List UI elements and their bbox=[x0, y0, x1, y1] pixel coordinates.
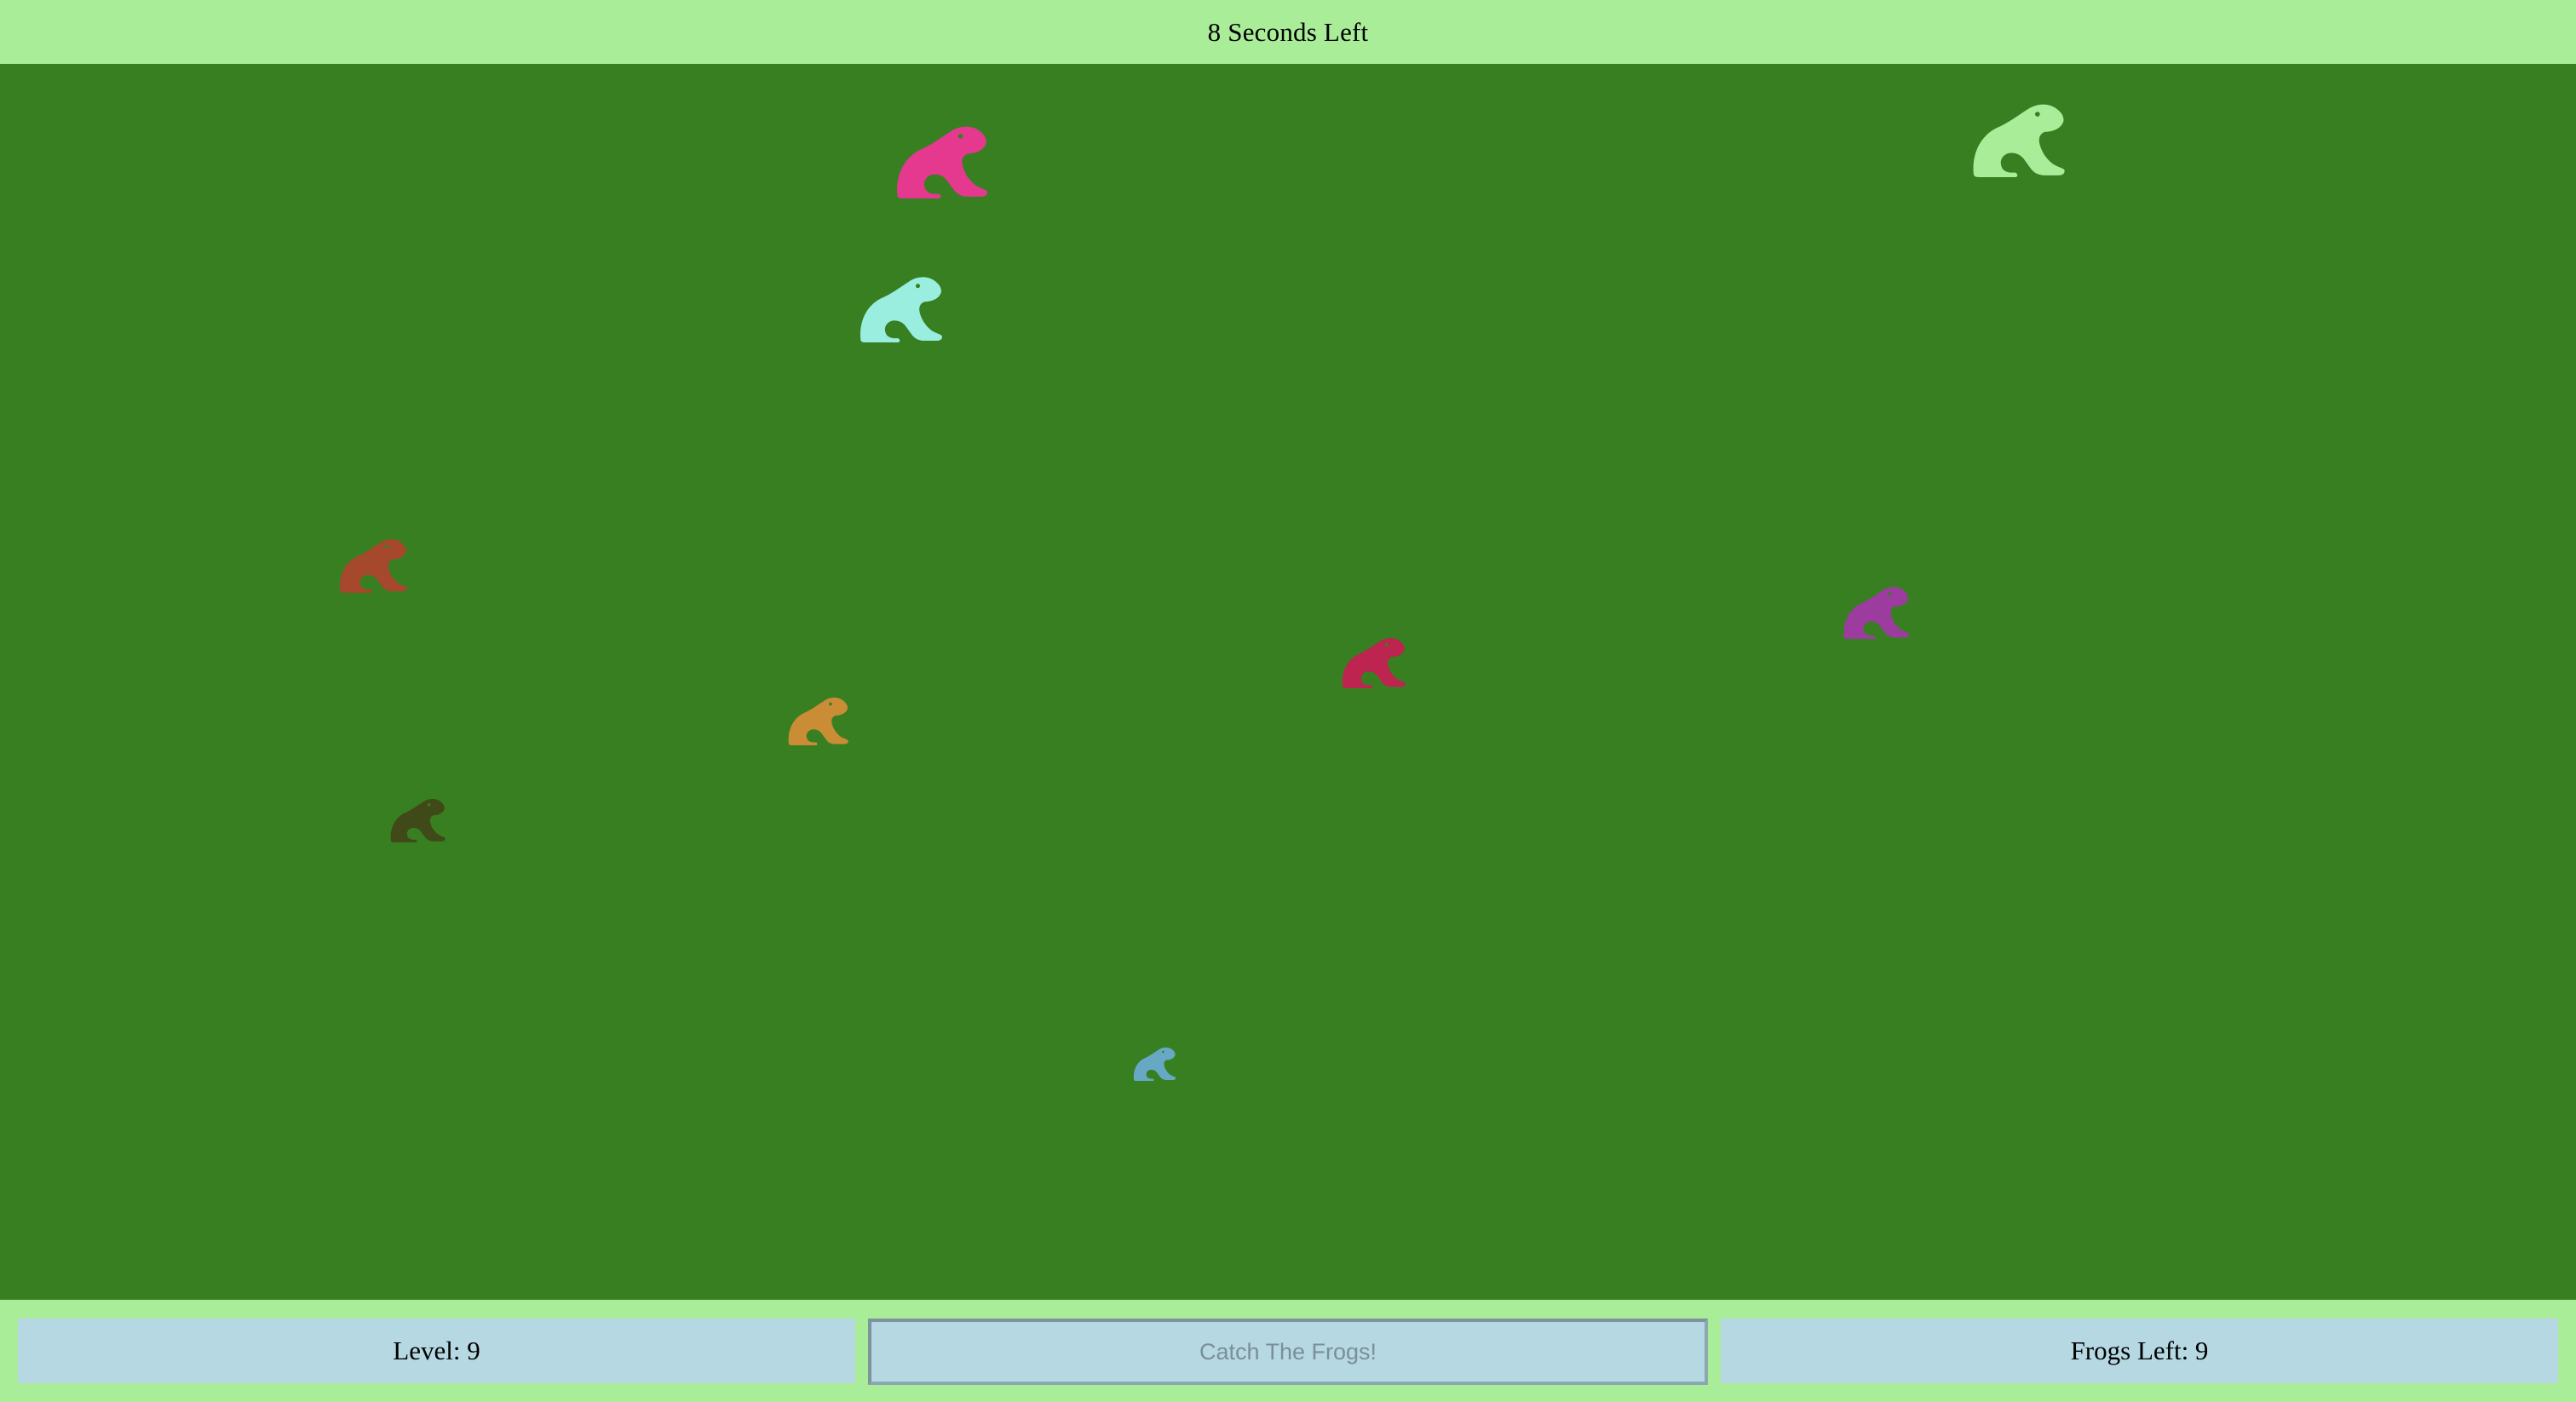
frog-rust[interactable] bbox=[338, 538, 407, 593]
timer-text: 8 Seconds Left bbox=[1207, 16, 1369, 47]
frog-crimson[interactable] bbox=[1341, 637, 1406, 688]
frog-icon bbox=[390, 798, 446, 842]
frog-light-green[interactable] bbox=[1970, 103, 2066, 177]
frogs-left-panel: Frogs Left: 9 bbox=[1721, 1319, 2558, 1383]
frog-icon bbox=[1973, 104, 2065, 177]
frog-icon bbox=[1843, 587, 1909, 639]
status-bar: Level: 9 Catch The Frogs! Frogs Left: 9 bbox=[0, 1300, 2576, 1402]
frog-icon bbox=[1133, 1047, 1176, 1081]
frog-purple[interactable] bbox=[1843, 586, 1909, 639]
frog-olive[interactable] bbox=[389, 798, 446, 842]
game-field[interactable] bbox=[0, 64, 2576, 1300]
frog-orange[interactable] bbox=[787, 697, 848, 745]
frog-icon bbox=[1342, 638, 1406, 688]
level-panel: Level: 9 bbox=[18, 1319, 855, 1383]
frog-icon bbox=[339, 539, 407, 593]
frog-pink[interactable] bbox=[894, 125, 988, 198]
catch-frogs-button[interactable]: Catch The Frogs! bbox=[868, 1319, 1708, 1385]
frog-steel-blue[interactable] bbox=[1133, 1047, 1176, 1081]
frog-aqua[interactable] bbox=[858, 276, 943, 342]
frogs-left-text: Frogs Left: 9 bbox=[2070, 1336, 2209, 1365]
level-text: Level: 9 bbox=[393, 1336, 480, 1365]
frog-icon bbox=[788, 698, 848, 745]
frog-icon bbox=[860, 277, 942, 342]
timer-bar: 8 Seconds Left bbox=[0, 0, 2576, 64]
frog-icon bbox=[897, 126, 987, 198]
